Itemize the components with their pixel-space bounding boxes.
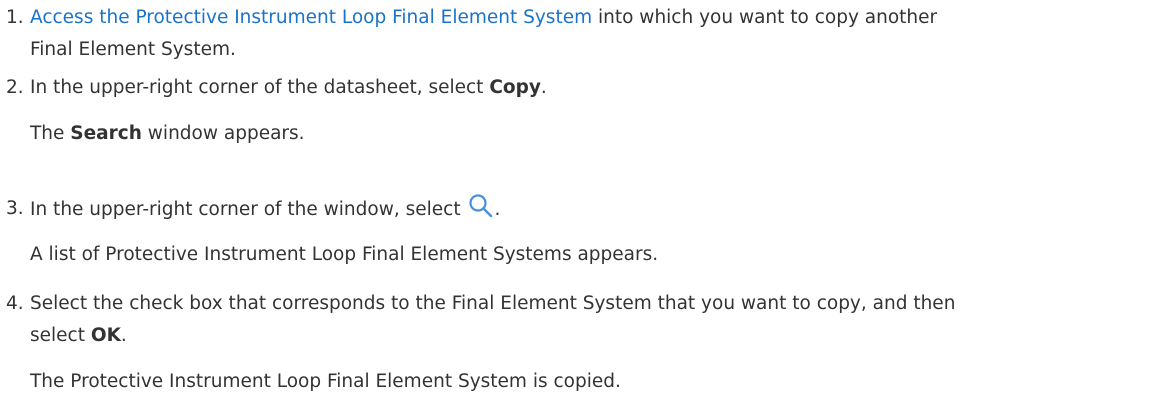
step-text: In the upper-right corner of the datashe… — [30, 77, 547, 98]
step-body: Access the Protective Instrument Loop Fi… — [30, 2, 1140, 66]
step-text-continued: select OK. — [30, 325, 127, 346]
step-body: In the upper-right corner of the window,… — [30, 193, 1140, 226]
copy-command: Copy — [489, 77, 541, 98]
step-number: 3. — [6, 198, 24, 219]
access-final-element-system-link[interactable]: Access the Protective Instrument Loop Fi… — [30, 7, 592, 28]
step-number: 4. — [6, 293, 24, 314]
step-text-after-link: into which you want to copy another — [592, 7, 938, 28]
step-body: Select the check box that corresponds to… — [30, 288, 1140, 352]
step-result: The Protective Instrument Loop Final Ele… — [30, 371, 621, 392]
ok-command: OK — [90, 325, 121, 346]
search-icon — [468, 193, 494, 219]
step-number: 1. — [6, 7, 24, 28]
step-body: In the upper-right corner of the datashe… — [30, 72, 1140, 104]
step-text: In the upper-right corner of the window,… — [30, 193, 1140, 226]
step-number: 2. — [6, 77, 24, 98]
step-result: A list of Protective Instrument Loop Fin… — [30, 244, 659, 265]
step-text: Select the check box that corresponds to… — [30, 293, 956, 314]
step-result: The Search window appears. — [30, 123, 305, 144]
search-window-name: Search — [70, 123, 142, 144]
step-text: Access the Protective Instrument Loop Fi… — [30, 2, 1140, 34]
step-text-continued: Final Element System. — [30, 39, 236, 60]
